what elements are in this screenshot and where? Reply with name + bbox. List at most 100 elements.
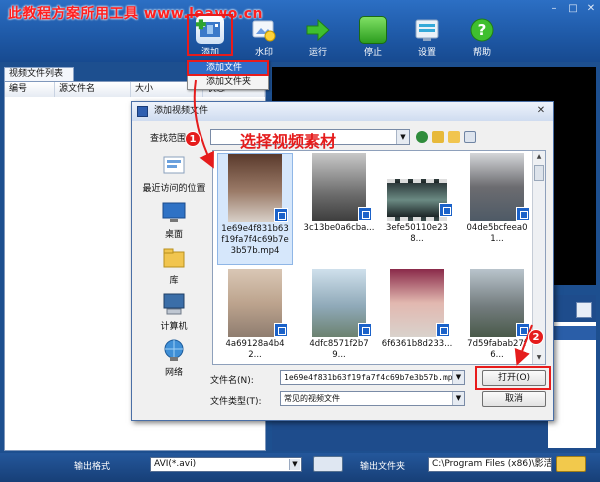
- column-header-source-name[interactable]: 源文件名: [55, 82, 131, 97]
- video-thumbnail: [470, 153, 530, 221]
- minimize-icon[interactable]: –: [547, 3, 561, 15]
- network-icon: [161, 338, 187, 362]
- output-folder-label: 输出文件夹: [360, 462, 406, 472]
- place-library[interactable]: 库: [140, 246, 208, 286]
- video-file-icon: [274, 323, 288, 337]
- chevron-down-icon: ▼: [452, 371, 464, 384]
- add-button-highlight: [187, 14, 233, 56]
- video-thumbnail: [390, 269, 450, 337]
- file-tile[interactable]: 3efe50110e238...: [379, 153, 455, 245]
- place-label: 计算机: [160, 322, 188, 332]
- place-recent[interactable]: 最近访问的位置: [140, 154, 208, 194]
- place-label: 最近访问的位置: [142, 184, 206, 194]
- stop-button-label: 停止: [363, 48, 382, 58]
- column-header-number[interactable]: 编号: [5, 82, 55, 97]
- format-settings-icon[interactable]: [313, 456, 343, 472]
- back-icon[interactable]: [416, 131, 428, 143]
- side-list: [548, 322, 596, 448]
- video-thumbnail: [470, 269, 530, 337]
- open-file-dialog: 添加视频文件 ✕ 查找范围(I): ▼ 选择视频素材 最近访问的位置 桌面 库 …: [131, 101, 554, 421]
- computer-icon: [161, 292, 187, 316]
- main-toolbar: 此教程方案所用工具 www.leawo.cn – □ ✕ 添加 水印 运行 停止…: [0, 0, 600, 62]
- file-tile[interactable]: 6f6361b8d233...: [379, 269, 455, 350]
- output-folder-value: C:\Program Files (x86)\影洁: [432, 459, 552, 469]
- up-folder-icon[interactable]: [432, 131, 444, 143]
- file-tile[interactable]: 4a69128a4b42...: [217, 269, 293, 361]
- file-tile[interactable]: 4dfc8571f2b79...: [301, 269, 377, 361]
- place-desktop[interactable]: 桌面: [140, 200, 208, 240]
- output-format-label: 输出格式: [74, 462, 111, 472]
- watermark-icon: [250, 16, 278, 44]
- dialog-titlebar: 添加视频文件 ✕: [132, 102, 553, 121]
- help-button[interactable]: ? 帮助: [458, 14, 506, 60]
- file-grid: 1e69e4f831b63f19fa7f4c69b7e3b57b.mp4 3c1…: [212, 150, 546, 365]
- file-name: 1e69e4f831b63f19fa7f4c69b7e3b57b.mp4: [221, 224, 289, 256]
- file-tile[interactable]: 04de5bcfeea01...: [459, 153, 535, 245]
- browse-icon[interactable]: [576, 302, 592, 318]
- filetype-select[interactable]: 常见的视频文件 ▼: [280, 391, 465, 406]
- view-menu-icon[interactable]: [464, 131, 476, 143]
- watermark-button[interactable]: 水印: [240, 14, 288, 60]
- output-format-select[interactable]: AVI(*.avi) ▼: [150, 457, 302, 472]
- dialog-app-icon: [137, 106, 148, 117]
- output-format-value: AVI(*.avi): [154, 459, 197, 469]
- scroll-thumb[interactable]: [534, 165, 544, 181]
- video-thumbnail: [387, 179, 453, 221]
- file-tile[interactable]: 3c13be0a6cba...: [301, 153, 377, 234]
- video-file-icon: [436, 323, 450, 337]
- place-label: 桌面: [164, 230, 183, 240]
- add-file-highlight: [187, 60, 269, 76]
- video-file-icon: [274, 208, 288, 222]
- video-file-icon: [358, 207, 372, 221]
- help-icon: ?: [468, 16, 496, 44]
- settings-button-label: 设置: [417, 48, 436, 58]
- run-button[interactable]: 运行: [294, 14, 342, 60]
- settings-button[interactable]: 设置: [403, 14, 451, 60]
- svg-text:?: ?: [478, 21, 487, 39]
- video-thumbnail: [312, 269, 372, 337]
- file-tile[interactable]: 7d59fabab27f6...: [459, 269, 535, 361]
- menu-item-add-folder[interactable]: 添加文件夹: [188, 75, 268, 89]
- folder-icon[interactable]: [556, 456, 586, 472]
- close-icon[interactable]: ✕: [584, 3, 598, 15]
- video-file-icon: [439, 203, 453, 217]
- restore-icon[interactable]: □: [566, 3, 580, 15]
- stop-icon: [359, 16, 387, 44]
- file-tile[interactable]: 1e69e4f831b63f19fa7f4c69b7e3b57b.mp4: [217, 153, 293, 265]
- place-computer[interactable]: 计算机: [140, 292, 208, 332]
- video-thumbnail: [228, 269, 288, 337]
- place-network[interactable]: 网络: [140, 338, 208, 378]
- cancel-button[interactable]: 取消: [482, 391, 546, 407]
- places-bar: 最近访问的位置 桌面 库 计算机 网络: [140, 150, 208, 378]
- dialog-close-icon[interactable]: ✕: [533, 104, 549, 118]
- file-name: 4dfc8571f2b79...: [309, 339, 369, 360]
- file-name: 6f6361b8d233...: [381, 339, 453, 349]
- filename-input[interactable]: 1e69e4f831b63f19fa7f4c69b7e3b57b.mp4 ▼: [280, 370, 465, 385]
- scroll-down-icon[interactable]: ▼: [533, 352, 545, 364]
- filename-value: 1e69e4f831b63f19fa7f4c69b7e3b57b.mp4: [284, 373, 458, 382]
- tab-video-file-list[interactable]: 视频文件列表: [4, 67, 74, 81]
- filetype-label: 文件类型(T):: [210, 397, 262, 407]
- library-icon: [161, 246, 187, 270]
- video-thumbnail: [312, 153, 372, 221]
- select-video-caption: 选择视频素材: [240, 132, 337, 151]
- file-name: 3efe50110e238...: [386, 223, 448, 244]
- scroll-up-icon[interactable]: ▲: [533, 151, 545, 163]
- file-name: 3c13be0a6cba...: [303, 223, 375, 233]
- filename-label: 文件名(N):: [210, 376, 254, 386]
- dialog-title: 添加视频文件: [154, 106, 209, 116]
- video-file-icon: [358, 323, 372, 337]
- new-folder-icon[interactable]: [448, 131, 460, 143]
- chevron-down-icon: ▼: [289, 459, 300, 470]
- run-arrow-icon: [304, 16, 332, 44]
- file-name: 4a69128a4b42...: [225, 339, 285, 360]
- callout-badge-1: 1: [185, 131, 201, 147]
- output-folder-field[interactable]: C:\Program Files (x86)\影洁: [428, 457, 552, 472]
- settings-icon: [413, 16, 441, 44]
- side-list-header: [548, 326, 596, 340]
- stop-button[interactable]: 停止: [349, 14, 397, 60]
- video-thumbnail: [228, 154, 288, 222]
- filetype-value: 常见的视频文件: [284, 394, 340, 403]
- recent-places-icon: [161, 154, 187, 178]
- place-label: 库: [169, 276, 179, 286]
